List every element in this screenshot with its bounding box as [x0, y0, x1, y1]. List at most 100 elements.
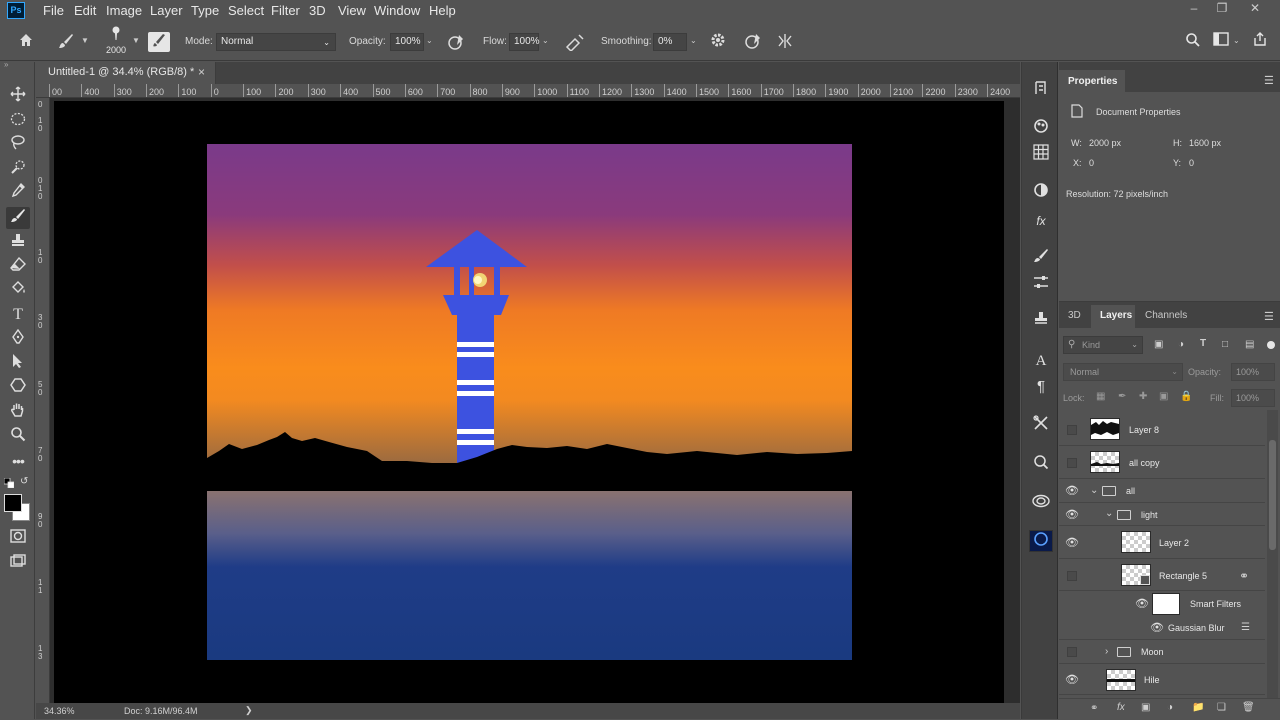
zoom-tool-icon[interactable] — [6, 426, 30, 448]
layer-row[interactable]: 👁 Layer 2 — [1059, 527, 1265, 559]
move-tool-icon[interactable] — [6, 86, 30, 108]
flow-input[interactable]: 100% — [509, 33, 540, 51]
visibility-toggle[interactable] — [1067, 425, 1077, 435]
new-adjustment-icon[interactable]: ◑ — [1167, 702, 1173, 713]
smart-object-link-icon[interactable]: ⚭ — [1239, 569, 1249, 583]
blend-mode-dropdown[interactable]: Normal ⌄ — [1063, 363, 1183, 381]
link-layers-icon[interactable]: ⚭ — [1090, 703, 1098, 714]
character-icon[interactable]: A — [1029, 350, 1053, 372]
eye-icon[interactable]: 👁 — [1065, 673, 1079, 687]
clone-stamp-tool-icon[interactable] — [6, 232, 30, 254]
add-mask-icon[interactable]: ▣ — [1141, 702, 1150, 713]
brushes-icon[interactable] — [1029, 247, 1053, 269]
layer-opacity-input[interactable]: 100% — [1231, 363, 1275, 381]
filter-row[interactable]: 👁 Gaussian Blur ☰ — [1059, 617, 1265, 640]
path-selection-tool-icon[interactable] — [6, 353, 30, 375]
pen-tool-icon[interactable] — [6, 328, 30, 351]
layer-name[interactable]: Rectangle 5 — [1159, 571, 1207, 581]
close-tab-button[interactable]: × — [198, 65, 205, 79]
menu-type[interactable]: Type — [191, 3, 219, 18]
brush-tool-icon[interactable] — [54, 32, 78, 53]
visibility-toggle[interactable] — [1067, 571, 1077, 581]
smart-filters-row[interactable]: 👁 Smart Filters — [1059, 592, 1265, 616]
learn-icon[interactable] — [1029, 530, 1053, 552]
menu-select[interactable]: Select — [228, 3, 264, 18]
height-value[interactable]: 1600 px — [1189, 138, 1221, 148]
chevron-down-icon[interactable]: ⌄ — [542, 36, 549, 45]
home-icon[interactable] — [14, 32, 38, 51]
default-colors-icon[interactable] — [3, 477, 15, 489]
lasso-tool-icon[interactable] — [6, 134, 30, 156]
scrollbar-thumb[interactable] — [1269, 440, 1276, 550]
add-style-icon[interactable]: fx — [1117, 702, 1125, 713]
menu-window[interactable]: Window — [374, 3, 420, 18]
brush-settings-icon[interactable] — [1029, 274, 1053, 296]
collapse-arrows-icon[interactable]: » — [4, 60, 8, 69]
smoothing-input[interactable]: 0% — [653, 33, 687, 51]
layer-group-row[interactable]: 👁 ⌄ all — [1059, 480, 1265, 503]
layer-name[interactable]: Layer 8 — [1129, 425, 1159, 435]
lock-all-icon[interactable]: 🔒 — [1180, 391, 1192, 402]
panel-menu-icon[interactable]: ☰ — [1264, 310, 1274, 323]
layers-scrollbar[interactable] — [1267, 410, 1278, 700]
tab-layers[interactable]: Layers — [1100, 310, 1132, 321]
eye-icon[interactable]: 👁 — [1150, 621, 1164, 635]
eye-icon[interactable]: 👁 — [1135, 597, 1149, 611]
shape-tool-icon[interactable] — [6, 377, 30, 399]
screen-mode-icon[interactable] — [6, 552, 30, 574]
chevron-down-icon[interactable]: ⌄ — [1233, 36, 1240, 45]
chevron-down-icon[interactable]: ⌄ — [1105, 508, 1113, 519]
foreground-color-swatch[interactable] — [4, 494, 22, 512]
filter-smart-object-icon[interactable]: ▤ — [1245, 339, 1254, 350]
delete-layer-icon[interactable]: 🗑 — [1242, 702, 1255, 713]
width-value[interactable]: 2000 px — [1089, 138, 1121, 148]
chevron-down-icon[interactable]: ▼ — [132, 36, 140, 45]
layer-name[interactable]: all copy — [1129, 458, 1160, 468]
menu-image[interactable]: Image — [106, 3, 142, 18]
gear-icon[interactable] — [708, 32, 728, 51]
lock-transparent-icon[interactable]: ▦ — [1096, 391, 1105, 402]
layer-name[interactable]: Smart Filters — [1190, 599, 1241, 609]
new-layer-icon[interactable]: ❏ — [1217, 702, 1226, 713]
filter-adjustment-icon[interactable]: ◑ — [1178, 339, 1184, 350]
styles-icon[interactable]: fx — [1029, 210, 1053, 232]
brush-settings-icon[interactable] — [148, 32, 170, 52]
lock-artboard-icon[interactable]: ▣ — [1159, 391, 1168, 402]
brush-tool-icon[interactable] — [6, 207, 30, 229]
new-group-icon[interactable]: 📁 — [1192, 702, 1204, 713]
opacity-input[interactable]: 100% — [390, 33, 424, 51]
workspace-icon[interactable] — [1211, 32, 1231, 49]
tools-icon[interactable] — [1029, 415, 1053, 437]
chevron-down-icon[interactable]: ▼ — [81, 36, 89, 45]
filter-pixel-icon[interactable]: ▣ — [1154, 339, 1163, 350]
brush-preset-icon[interactable] — [104, 25, 128, 44]
paragraph-icon[interactable]: ¶ — [1029, 376, 1053, 398]
layer-group-row[interactable]: › Moon — [1059, 641, 1265, 664]
properties-tab[interactable]: Properties — [1068, 76, 1117, 87]
airbrush-icon[interactable] — [564, 33, 586, 54]
layer-name[interactable]: Hile — [1144, 675, 1160, 685]
layer-row[interactable]: 👁 Hile — [1059, 665, 1265, 695]
tab-3d[interactable]: 3D — [1068, 310, 1081, 321]
layer-name[interactable]: Layer 2 — [1159, 538, 1189, 548]
document-tab[interactable]: Untitled-1 @ 34.4% (RGB/8) * × — [36, 62, 216, 84]
chevron-down-icon[interactable]: ⌄ — [690, 36, 697, 45]
eraser-tool-icon[interactable] — [6, 256, 30, 278]
type-tool-icon[interactable]: T — [6, 304, 30, 326]
swap-colors-icon[interactable]: ↺ — [20, 476, 28, 487]
menu-layer[interactable]: Layer — [150, 3, 183, 18]
fill-input[interactable]: 100% — [1231, 389, 1275, 407]
hand-tool-icon[interactable] — [6, 402, 30, 424]
eye-icon[interactable]: 👁 — [1065, 536, 1079, 550]
adjustments-icon[interactable] — [1029, 182, 1053, 204]
color-icon[interactable] — [1029, 118, 1053, 140]
layer-name[interactable]: light — [1141, 510, 1158, 520]
layer-name[interactable]: all — [1126, 486, 1135, 496]
navigator-icon[interactable] — [1029, 454, 1053, 476]
menu-view[interactable]: View — [338, 3, 366, 18]
quick-selection-tool-icon[interactable] — [6, 159, 30, 181]
visibility-toggle[interactable] — [1067, 647, 1077, 657]
x-value[interactable]: 0 — [1089, 158, 1094, 168]
filter-kind-dropdown[interactable]: ⚲ Kind ⌄ — [1063, 336, 1143, 354]
layer-row[interactable]: Layer 8 — [1059, 414, 1265, 446]
